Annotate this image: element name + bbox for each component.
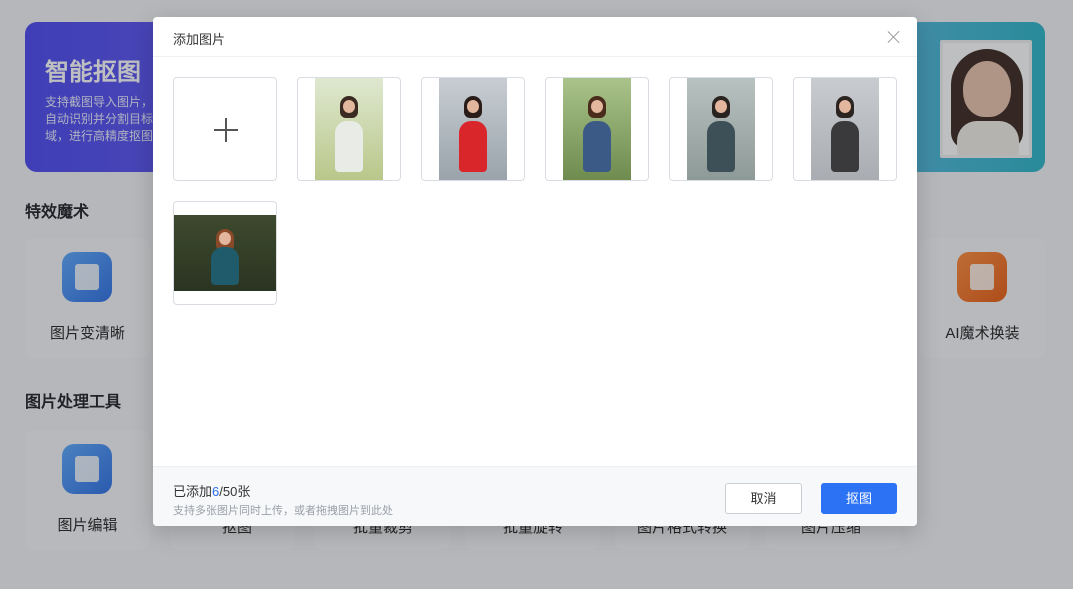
image-thumbnail[interactable] [421,77,525,181]
cancel-button[interactable]: 取消 [725,483,802,514]
add-images-dialog: 添加图片 已添加6/50张 支持多张图片同时上传，或者拖拽图片到此处 取消 抠图 [153,17,917,526]
plus-icon-stroke [225,118,227,142]
close-icon[interactable] [885,28,903,46]
photo-6 [174,215,276,291]
photo-3 [563,78,631,180]
photo-5 [811,78,879,180]
photo-2 [439,78,507,180]
photo-4 [687,78,755,180]
dialog-footer: 已添加6/50张 支持多张图片同时上传，或者拖拽图片到此处 取消 抠图 [153,466,917,526]
dialog-title: 添加图片 [173,32,226,47]
image-thumbnail[interactable] [669,77,773,181]
add-image-button[interactable] [173,77,277,181]
photo-1 [315,78,383,180]
count-suffix: /50张 [219,484,251,499]
image-thumbnail[interactable] [173,201,277,305]
image-count: 已添加6/50张 [173,481,250,500]
image-thumbnail[interactable] [297,77,401,181]
image-thumbnail[interactable] [793,77,897,181]
upload-hint: 支持多张图片同时上传，或者拖拽图片到此处 [173,505,393,517]
cutout-button[interactable]: 抠图 [821,483,897,514]
count-prefix: 已添加 [173,484,213,499]
dialog-header: 添加图片 [153,17,917,57]
image-thumbnail[interactable] [545,77,649,181]
